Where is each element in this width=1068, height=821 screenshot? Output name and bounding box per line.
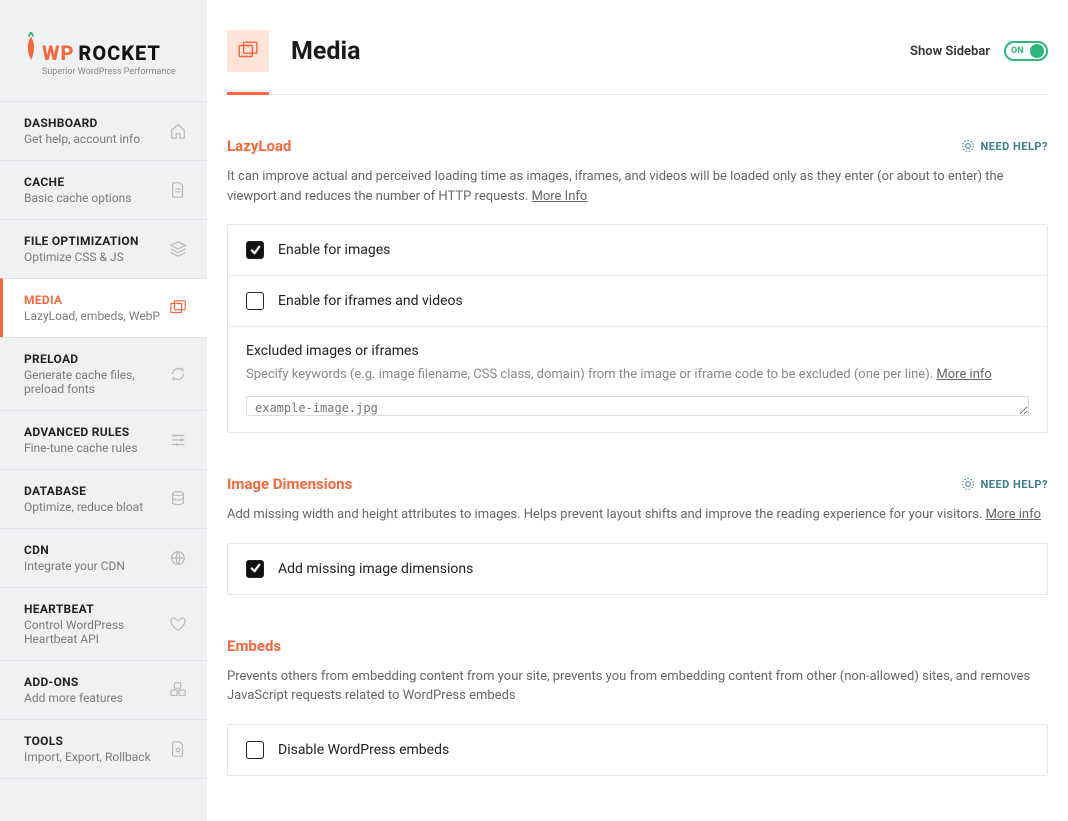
images-icon xyxy=(169,299,187,317)
sidebar-item-dashboard[interactable]: DASHBOARD Get help, account info xyxy=(0,101,207,160)
sidebar-item-addons[interactable]: ADD-ONS Add more features xyxy=(0,660,207,719)
need-help-label: NEED HELP? xyxy=(981,478,1049,491)
globe-icon xyxy=(169,549,187,567)
label-enable-iframes: Enable for iframes and videos xyxy=(278,293,463,309)
nav-title: ADVANCED RULES xyxy=(24,425,138,439)
sidebar: WP ROCKET Superior WordPress Performance… xyxy=(0,0,207,821)
option-add-dimensions: Add missing image dimensions xyxy=(228,544,1047,594)
nav-desc: Integrate your CDN xyxy=(24,559,125,573)
label-enable-images: Enable for images xyxy=(278,242,390,258)
need-help-dimensions[interactable]: NEED HELP? xyxy=(961,477,1049,491)
show-sidebar-toggle[interactable]: ON xyxy=(1004,41,1048,61)
cubes-icon xyxy=(169,681,187,699)
option-enable-iframes: Enable for iframes and videos xyxy=(228,275,1047,326)
nav-desc: LazyLoad, embeds, WebP xyxy=(24,309,160,323)
main: Media Show Sidebar ON LazyLoad NEED HELP… xyxy=(207,0,1068,821)
layers-icon xyxy=(169,240,187,258)
logo-rocket: ROCKET xyxy=(78,41,161,65)
logo-wp: WP xyxy=(42,41,74,65)
nav-title: DATABASE xyxy=(24,484,143,498)
toggle-on-text: ON xyxy=(1011,46,1024,56)
embeds-desc: Prevents others from embedding content f… xyxy=(227,667,1048,706)
tool-icon xyxy=(169,740,187,758)
option-disable-embeds: Disable WordPress embeds xyxy=(228,725,1047,775)
nav-desc: Add more features xyxy=(24,691,123,705)
need-help-lazyload[interactable]: NEED HELP? xyxy=(961,139,1049,153)
lazyload-desc: It can improve actual and perceived load… xyxy=(227,167,1048,206)
sidebar-item-tools[interactable]: TOOLS Import, Export, Rollback xyxy=(0,719,207,779)
sidebar-item-media[interactable]: MEDIA LazyLoad, embeds, WebP xyxy=(0,278,207,337)
excluded-more-link[interactable]: More info xyxy=(936,367,991,382)
lazyload-more-link[interactable]: More Info xyxy=(532,189,588,204)
sidebar-item-heartbeat[interactable]: HEARTBEAT Control WordPress Heartbeat API xyxy=(0,587,207,660)
nav-desc: Optimize, reduce bloat xyxy=(24,500,143,514)
show-sidebar-label: Show Sidebar xyxy=(910,44,990,59)
excluded-textarea[interactable] xyxy=(246,396,1029,416)
embeds-title: Embeds xyxy=(227,637,281,655)
nav-title: TOOLS xyxy=(24,734,151,748)
excluded-desc: Specify keywords (e.g. image filename, C… xyxy=(246,367,1029,382)
dimensions-title: Image Dimensions xyxy=(227,475,352,493)
embeds-options: Disable WordPress embeds xyxy=(227,724,1048,776)
checkbox-enable-images[interactable] xyxy=(246,241,264,259)
home-icon xyxy=(169,122,187,140)
nav-desc: Basic cache options xyxy=(24,191,132,205)
nav-desc: Get help, account info xyxy=(24,132,140,146)
nav-title: FILE OPTIMIZATION xyxy=(24,234,139,248)
nav-title: HEARTBEAT xyxy=(24,602,169,616)
checkbox-disable-embeds[interactable] xyxy=(246,741,264,759)
database-icon xyxy=(169,490,187,508)
checkbox-add-dimensions[interactable] xyxy=(246,560,264,578)
nav-desc: Fine-tune cache rules xyxy=(24,441,138,455)
label-disable-embeds: Disable WordPress embeds xyxy=(278,742,449,758)
logo-tagline: Superior WordPress Performance xyxy=(42,67,176,77)
page-header: Media Show Sidebar ON xyxy=(227,30,1048,95)
dimensions-options: Add missing image dimensions xyxy=(227,543,1048,595)
label-add-dimensions: Add missing image dimensions xyxy=(278,561,473,577)
lazyload-options: Enable for images Enable for iframes and… xyxy=(227,224,1048,433)
nav-title: CDN xyxy=(24,543,125,557)
need-help-label: NEED HELP? xyxy=(981,140,1049,153)
nav-title: ADD-ONS xyxy=(24,675,123,689)
show-sidebar-control: Show Sidebar ON xyxy=(910,41,1048,61)
option-enable-images: Enable for images xyxy=(228,225,1047,275)
media-page-icon xyxy=(227,30,269,72)
nav-desc: Optimize CSS & JS xyxy=(24,250,139,264)
checkbox-enable-iframes[interactable] xyxy=(246,292,264,310)
doc-icon xyxy=(169,181,187,199)
page-title: Media xyxy=(291,37,360,66)
sidebar-item-cdn[interactable]: CDN Integrate your CDN xyxy=(0,528,207,587)
heart-icon xyxy=(169,615,187,633)
dimensions-more-link[interactable]: More info xyxy=(986,507,1041,522)
excluded-title: Excluded images or iframes xyxy=(246,343,1029,359)
lazyload-title: LazyLoad xyxy=(227,137,291,155)
carrot-icon xyxy=(24,32,38,60)
logo: WP ROCKET Superior WordPress Performance xyxy=(0,0,207,101)
nav-title: PRELOAD xyxy=(24,352,169,366)
sidebar-item-preload[interactable]: PRELOAD Generate cache files, preload fon… xyxy=(0,337,207,410)
refresh-icon xyxy=(169,365,187,383)
nav-title: DASHBOARD xyxy=(24,116,140,130)
excluded-block: Excluded images or iframes Specify keywo… xyxy=(228,326,1047,432)
nav-desc: Generate cache files, preload fonts xyxy=(24,368,169,396)
sidebar-item-file-optimization[interactable]: FILE OPTIMIZATION Optimize CSS & JS xyxy=(0,219,207,278)
sidebar-item-advanced-rules[interactable]: ADVANCED RULES Fine-tune cache rules xyxy=(0,410,207,469)
section-embeds: Embeds Prevents others from embedding co… xyxy=(227,637,1048,776)
nav-title: MEDIA xyxy=(24,293,160,307)
nav: DASHBOARD Get help, account info CACHE Basi… xyxy=(0,101,207,779)
sliders-icon xyxy=(169,431,187,449)
nav-title: CACHE xyxy=(24,175,132,189)
sidebar-item-database[interactable]: DATABASE Optimize, reduce bloat xyxy=(0,469,207,528)
sidebar-item-cache[interactable]: CACHE Basic cache options xyxy=(0,160,207,219)
nav-desc: Control WordPress Heartbeat API xyxy=(24,618,169,646)
section-dimensions: Image Dimensions NEED HELP? Add missing … xyxy=(227,475,1048,595)
dimensions-desc: Add missing width and height attributes … xyxy=(227,505,1048,525)
section-lazyload: LazyLoad NEED HELP? It can improve actua… xyxy=(227,137,1048,433)
nav-desc: Import, Export, Rollback xyxy=(24,750,151,764)
